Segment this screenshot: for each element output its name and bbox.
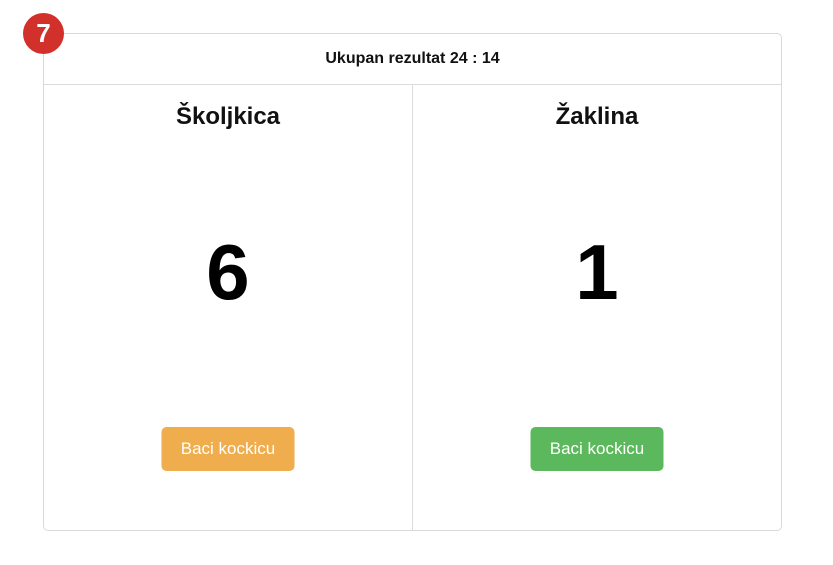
game-card: Ukupan rezultat 24 : 14 Školjkica 6 Baci… — [43, 33, 782, 531]
total-score-header: Ukupan rezultat 24 : 14 — [44, 34, 781, 85]
dice-game-page: 7 Ukupan rezultat 24 : 14 Školjkica 6 Ba… — [0, 0, 833, 565]
player-name: Školjkica — [175, 103, 281, 130]
player-panel-left: Školjkica 6 Baci kockicu — [44, 85, 412, 531]
die-value: 6 — [206, 228, 250, 316]
player-panel-right: Žaklina 1 Baci kockicu — [412, 85, 781, 531]
player-name: Žaklina — [555, 103, 639, 130]
roll-dice-button[interactable]: Baci kockicu — [161, 427, 295, 471]
roll-dice-button[interactable]: Baci kockicu — [530, 427, 664, 471]
step-number-badge: 7 — [23, 13, 64, 54]
players-row: Školjkica 6 Baci kockicu Žaklina 1 Baci … — [44, 85, 781, 531]
die-value: 1 — [575, 228, 619, 316]
